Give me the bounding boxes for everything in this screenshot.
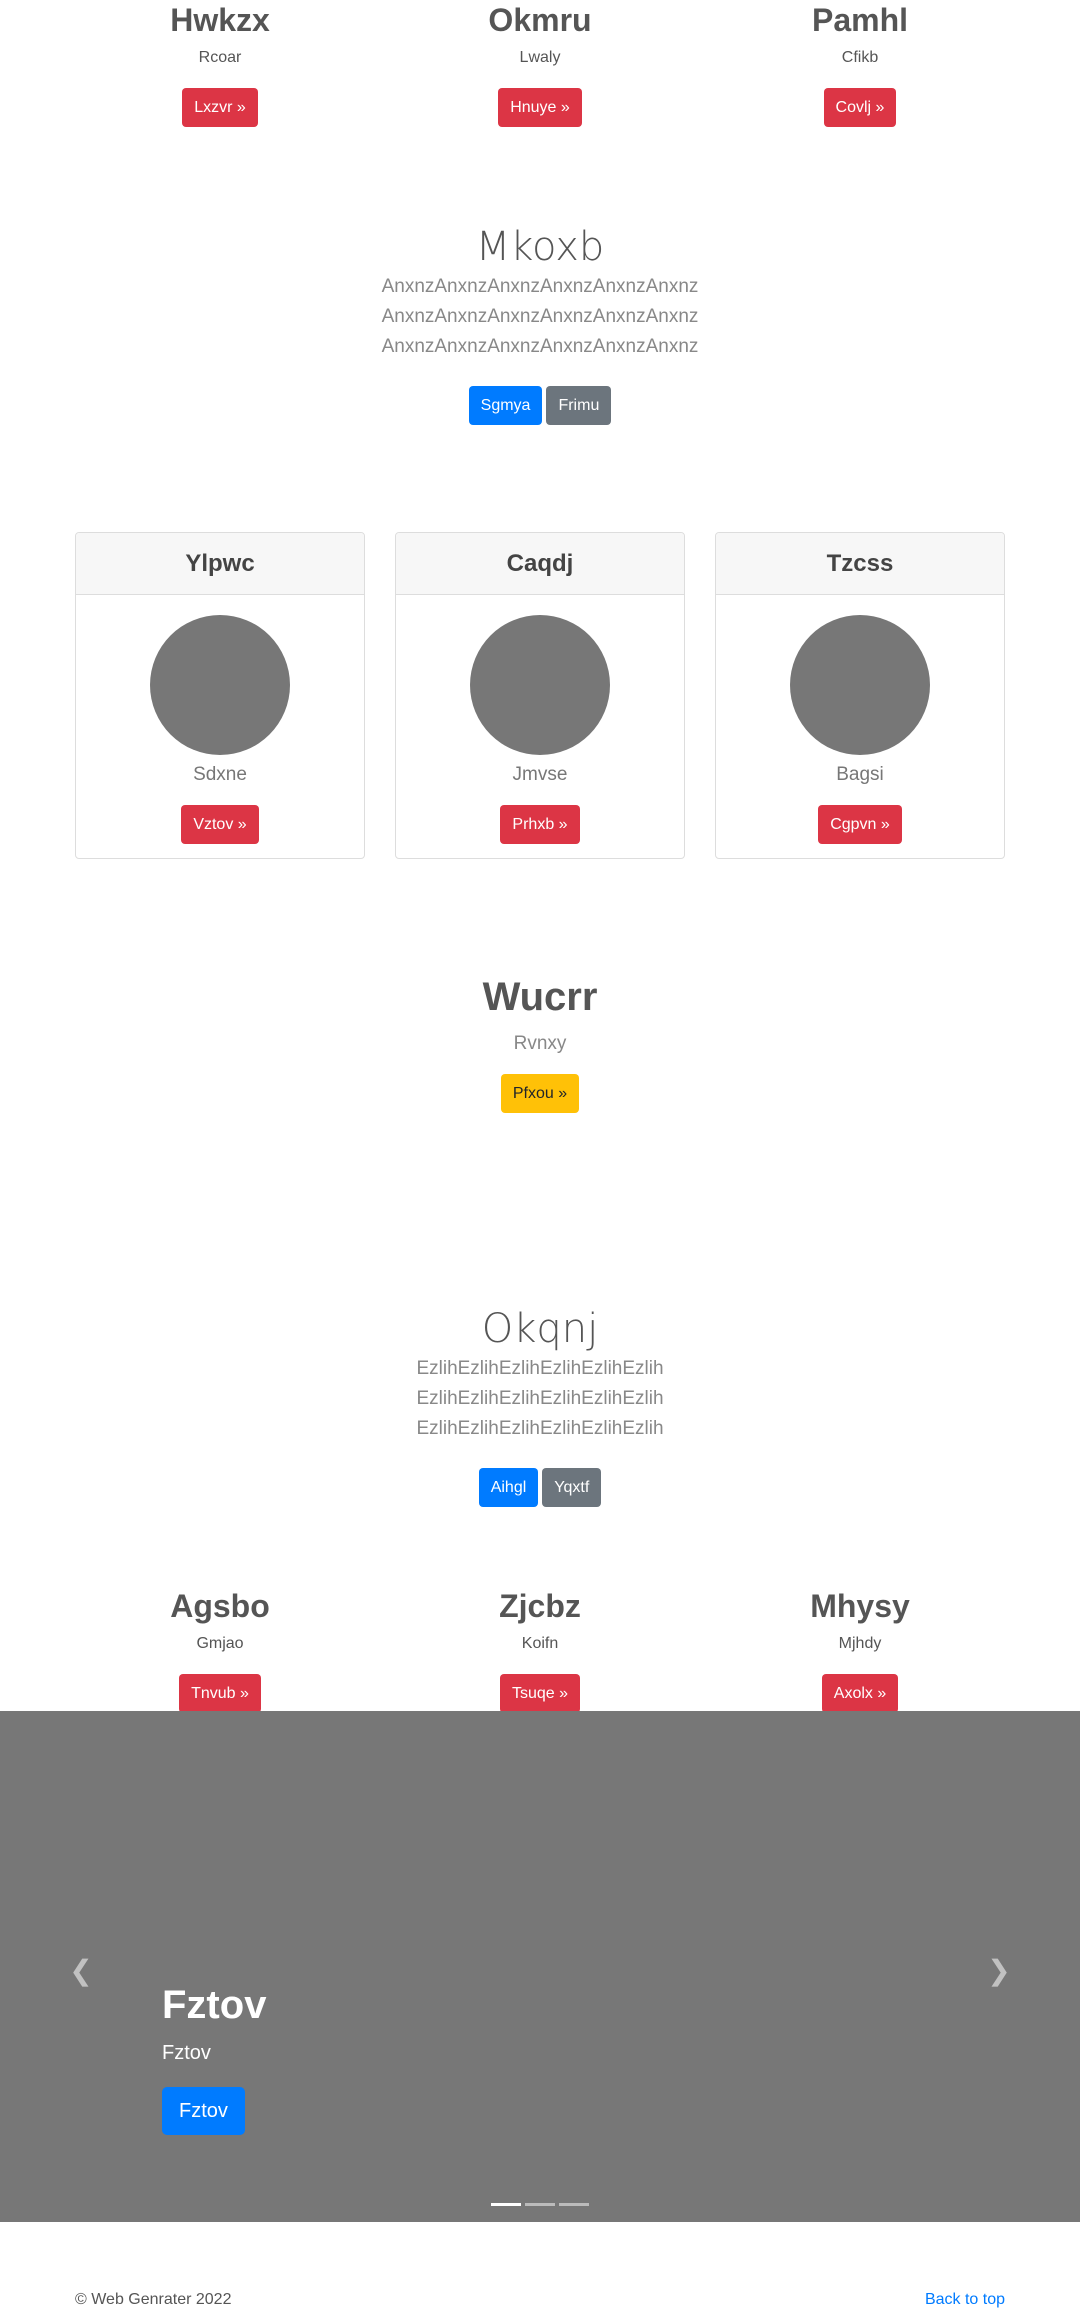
column-button[interactable]: Tsuqe » bbox=[499, 1674, 581, 1713]
jumbotron-lead: EzlihEzlihEzlihEzlihEzlihEzlih EzlihEzli… bbox=[416, 1358, 664, 1439]
column-title: Agsbo bbox=[170, 1588, 270, 1624]
card-body: Sdxne Vztov » bbox=[76, 615, 364, 844]
column-1: Agsbo Gmjao Tnvub » bbox=[70, 1586, 370, 1713]
jumbotron-title: Mkoxb bbox=[475, 224, 605, 270]
column-title: Zjcbz bbox=[499, 1588, 581, 1624]
column-title: Pamhl bbox=[811, 2, 909, 38]
carousel-indicator[interactable] bbox=[491, 2203, 521, 2206]
card-text: Sdxne bbox=[193, 764, 247, 785]
jumbotron-1: Mkoxb AnxnzAnxnzAnxnzAnxnzAnxnzAnxnz Anx… bbox=[0, 222, 1080, 425]
column-text: Rcoar bbox=[198, 49, 242, 66]
avatar bbox=[790, 615, 930, 755]
column-text: Koifn bbox=[521, 1635, 559, 1652]
card-button[interactable]: Vztov » bbox=[181, 805, 259, 844]
card-button[interactable]: Prhxb » bbox=[500, 805, 580, 844]
carousel-indicator[interactable] bbox=[525, 2203, 555, 2206]
jumbotron-2: Okqnj EzlihEzlihEzlihEzlihEzlihEzlih Ezl… bbox=[0, 1304, 1080, 1507]
footer-copyright: © Web Genrater 2022 bbox=[75, 2291, 232, 2308]
avatar bbox=[150, 615, 290, 755]
card-body: Bagsi Cgpvn » bbox=[716, 615, 1004, 844]
column-button[interactable]: Lxzvr » bbox=[182, 88, 258, 127]
column-title: Hwkzx bbox=[170, 2, 270, 38]
back-to-top-link[interactable]: Back to top bbox=[925, 2290, 1005, 2310]
avatar bbox=[470, 615, 610, 755]
card-body: Jmvse Prhxb » bbox=[396, 615, 684, 844]
card-1: Ylpwc Sdxne Vztov » bbox=[75, 532, 365, 859]
carousel: ❮ ❯ Fztov Fztov Fztov bbox=[0, 1711, 1080, 2222]
jumbotron-primary-button[interactable]: Sgmya bbox=[468, 386, 543, 425]
jumbotron-title: Okqnj bbox=[481, 1306, 599, 1352]
card-text: Jmvse bbox=[512, 764, 568, 785]
hero-title: Wucrr bbox=[482, 975, 598, 1019]
carousel-caption: Fztov Fztov Fztov bbox=[162, 1981, 266, 2135]
column-text: Lwaly bbox=[519, 49, 561, 66]
hero-section: Wucrr Rvnxy Pfxou » bbox=[0, 972, 1080, 1113]
jumbotron-buttons: Aihgl Yqxtf bbox=[0, 1468, 1080, 1507]
card-2: Caqdj Jmvse Prhxb » bbox=[395, 532, 685, 859]
jumbotron-primary-button[interactable]: Aihgl bbox=[478, 1468, 539, 1507]
column-title: Mhysy bbox=[810, 1588, 910, 1624]
jumbotron-secondary-button[interactable]: Frimu bbox=[546, 386, 612, 425]
card-header: Ylpwc bbox=[76, 533, 364, 595]
column-text: Cfikb bbox=[841, 49, 879, 66]
jumbotron-buttons: Sgmya Frimu bbox=[0, 386, 1080, 425]
column-button[interactable]: Tnvub » bbox=[179, 1674, 261, 1713]
column-title: Okmru bbox=[488, 2, 592, 38]
column-1: Hwkzx Rcoar Lxzvr » bbox=[70, 0, 370, 127]
column-button[interactable]: Axolx » bbox=[821, 1674, 899, 1713]
jumbotron-lead: AnxnzAnxnzAnxnzAnxnzAnxnzAnxnz AnxnzAnxn… bbox=[381, 276, 699, 357]
carousel-indicators bbox=[489, 2193, 591, 2211]
column-button[interactable]: Hnuye » bbox=[498, 88, 582, 127]
card-text: Bagsi bbox=[836, 764, 884, 785]
column-2: Okmru Lwaly Hnuye » bbox=[390, 0, 690, 127]
column-text: Mjhdy bbox=[838, 1635, 882, 1652]
column-2: Zjcbz Koifn Tsuqe » bbox=[390, 1586, 690, 1713]
chevron-left-icon[interactable]: ❮ bbox=[66, 1956, 96, 1986]
column-3: Mhysy Mjhdy Axolx » bbox=[710, 1586, 1010, 1713]
column-button[interactable]: Covlj » bbox=[823, 88, 897, 127]
carousel-button[interactable]: Fztov bbox=[162, 2087, 245, 2135]
card-header: Caqdj bbox=[396, 533, 684, 595]
card-header: Tzcss bbox=[716, 533, 1004, 595]
carousel-indicator[interactable] bbox=[559, 2203, 589, 2206]
hero-text: Rvnxy bbox=[513, 1033, 567, 1054]
column-3: Pamhl Cfikb Covlj » bbox=[710, 0, 1010, 127]
carousel-text: Fztov bbox=[162, 2042, 211, 2064]
card-3: Tzcss Bagsi Cgpvn » bbox=[715, 532, 1005, 859]
jumbotron-secondary-button[interactable]: Yqxtf bbox=[542, 1468, 602, 1507]
card-button[interactable]: Cgpvn » bbox=[818, 805, 902, 844]
carousel-title: Fztov bbox=[162, 1983, 267, 2027]
chevron-right-icon[interactable]: ❯ bbox=[984, 1956, 1014, 1986]
hero-button[interactable]: Pfxou » bbox=[500, 1074, 580, 1113]
column-text: Gmjao bbox=[196, 1635, 244, 1652]
